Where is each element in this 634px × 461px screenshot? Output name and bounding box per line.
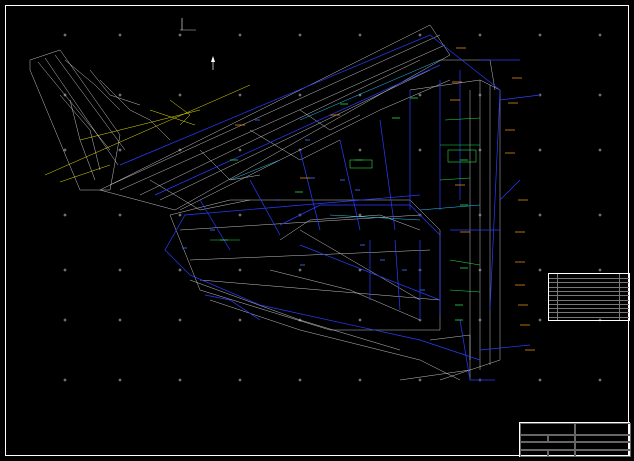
grid-cross: [358, 213, 362, 217]
grid-cross: [538, 318, 542, 322]
grid-cross: [298, 33, 302, 37]
grid-cross: [538, 148, 542, 152]
grid-cross: [238, 268, 242, 272]
grid-cross: [418, 93, 422, 97]
grid-cross: [538, 378, 542, 382]
grid-cross: [418, 148, 422, 152]
grid-cross: [418, 378, 422, 382]
grid-cross: [598, 213, 602, 217]
grid-cross: [598, 268, 602, 272]
grid-cross: [63, 33, 67, 37]
title-block-cell: [520, 423, 575, 435]
grid-cross: [598, 148, 602, 152]
grid-cross: [238, 378, 242, 382]
title-block-cell: [575, 450, 631, 457]
grid-cross: [63, 318, 67, 322]
grid-cross: [298, 93, 302, 97]
site-plan-drawing: [29, 18, 602, 382]
grid-cross: [118, 93, 122, 97]
title-block-cell: [548, 450, 575, 457]
grid-cross: [63, 213, 67, 217]
title-block-cell: [575, 435, 631, 442]
site-linework: [29, 24, 501, 381]
grid-cross: [298, 268, 302, 272]
grid-cross: [63, 268, 67, 272]
legend-divider: [619, 274, 620, 320]
parcel-boundaries: [119, 34, 541, 381]
grid-cross: [118, 378, 122, 382]
grid-cross: [238, 213, 242, 217]
title-block-cell: [520, 450, 548, 457]
top-marker-icon: [180, 18, 196, 31]
grid-cross: [358, 318, 362, 322]
grid-cross: [178, 378, 182, 382]
grid-cross: [358, 33, 362, 37]
legend-table: [548, 273, 630, 321]
grid-cross: [478, 33, 482, 37]
grid-cross: [178, 213, 182, 217]
grid-cross: [538, 213, 542, 217]
grid-cross: [298, 378, 302, 382]
grid-cross: [358, 148, 362, 152]
title-block-cell: [520, 435, 548, 442]
title-block-cell: [520, 442, 575, 450]
grid-cross: [238, 93, 242, 97]
grid-cross: [178, 268, 182, 272]
grid-cross: [598, 33, 602, 37]
grid-cross: [118, 148, 122, 152]
north-arrow-icon: [211, 56, 215, 70]
cyan-lines: [229, 59, 481, 221]
grid-crosses: [63, 33, 602, 382]
title-block-cell: [575, 442, 631, 450]
grid-cross: [118, 268, 122, 272]
yellow-lines: [44, 84, 251, 183]
grid-cross: [418, 33, 422, 37]
grid-cross: [538, 33, 542, 37]
grid-cross: [538, 268, 542, 272]
grid-cross: [63, 378, 67, 382]
grid-cross: [178, 33, 182, 37]
grid-cross: [238, 318, 242, 322]
grid-cross: [178, 318, 182, 322]
title-block: [519, 422, 631, 457]
cad-drawing-sheet: [0, 0, 634, 461]
legend-divider: [557, 274, 558, 320]
title-block-cell: [548, 435, 575, 442]
grid-cross: [178, 93, 182, 97]
grid-cross: [358, 378, 362, 382]
grid-cross: [238, 148, 242, 152]
legend-row: [549, 316, 629, 321]
grid-cross: [118, 318, 122, 322]
grid-cross: [118, 213, 122, 217]
grid-cross: [238, 33, 242, 37]
title-block-cell: [575, 423, 631, 435]
grid-cross: [118, 33, 122, 37]
grid-cross: [598, 93, 602, 97]
grid-cross: [598, 378, 602, 382]
